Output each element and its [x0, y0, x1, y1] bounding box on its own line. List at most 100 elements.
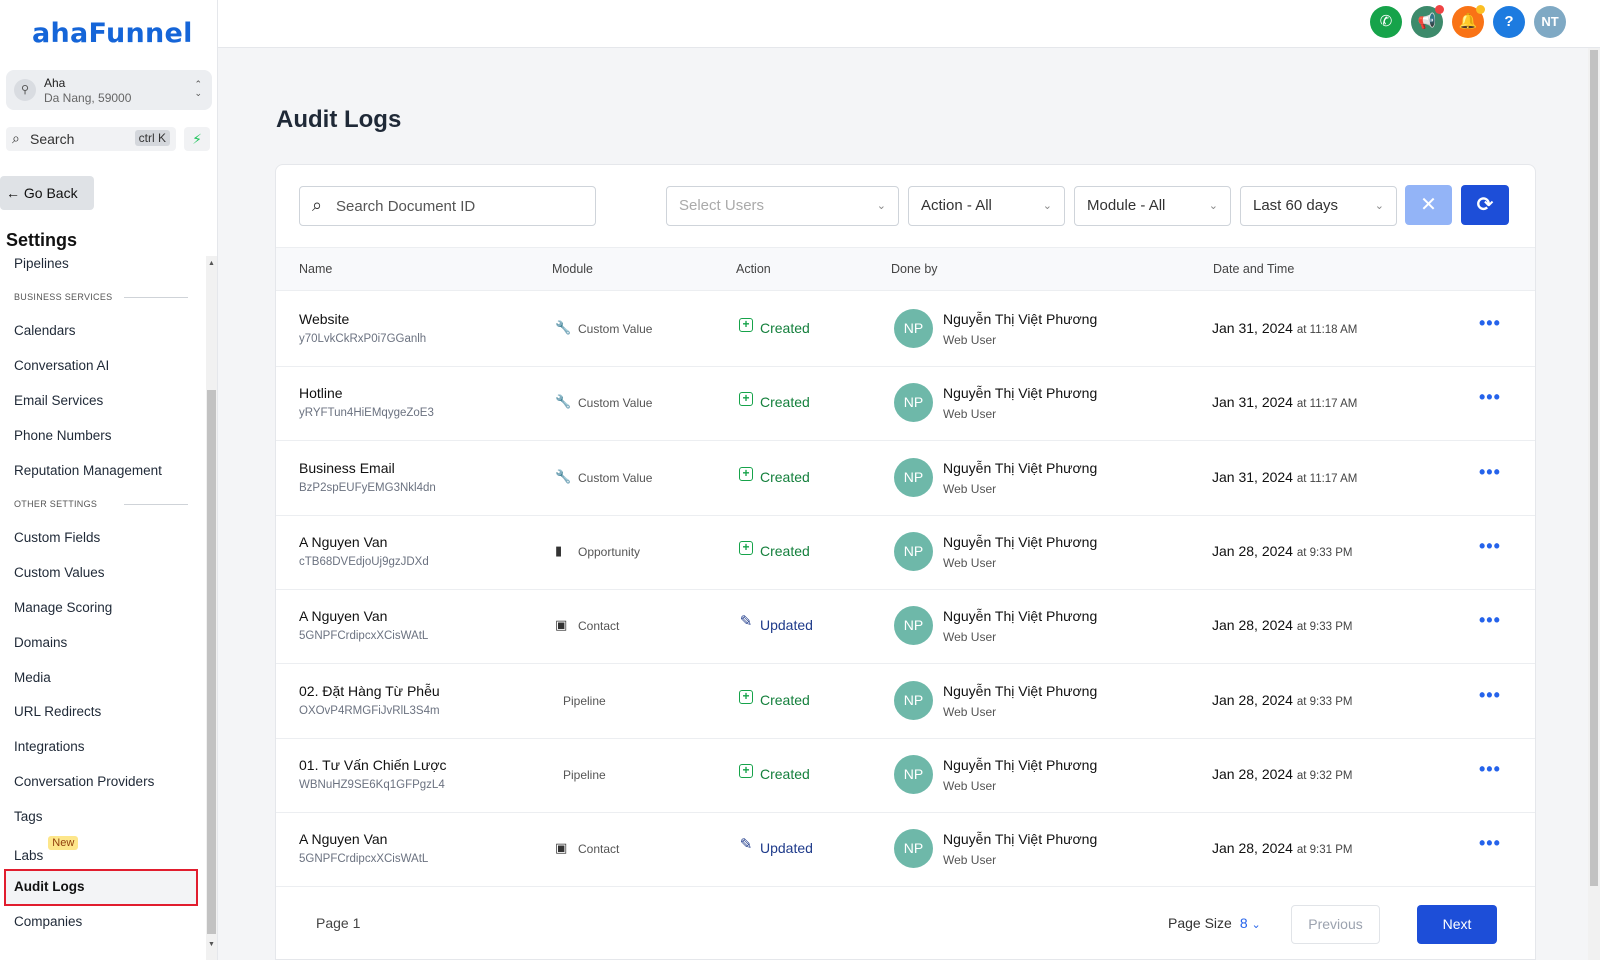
nav-url-redirects[interactable]: URL Redirects	[14, 704, 101, 719]
table-row[interactable]: 02. Đặt Hàng Từ Phễu OXOvP4RMGFiJvRlL3S4m…	[276, 663, 1535, 739]
more-options-icon[interactable]: •••	[1479, 313, 1501, 334]
row-module: Pipeline	[563, 767, 606, 782]
more-options-icon[interactable]: •••	[1479, 610, 1501, 631]
help-icon[interactable]: ?	[1493, 6, 1525, 38]
clear-filters-button[interactable]: ✕	[1405, 185, 1452, 225]
nav-custom-values[interactable]: Custom Values	[14, 565, 105, 580]
scroll-down-icon[interactable]: ▼	[208, 941, 215, 948]
sidebar-search[interactable]: ⌕ Search ctrl K	[6, 127, 176, 151]
nav-conversation-providers[interactable]: Conversation Providers	[14, 774, 154, 789]
page-title: Audit Logs	[276, 106, 402, 133]
row-user-name: Nguyễn Thị Việt Phương	[943, 385, 1098, 402]
nav-email-services[interactable]: Email Services	[14, 393, 103, 408]
row-name[interactable]: Website	[299, 311, 349, 327]
nav-domains[interactable]: Domains	[14, 635, 67, 650]
nav-integrations[interactable]: Integrations	[14, 739, 85, 754]
more-options-icon[interactable]: •••	[1479, 462, 1501, 483]
notification-dot	[1476, 5, 1485, 14]
row-document-id: cTB68DVEdjoUj9gzJDXd	[299, 555, 429, 568]
nav-manage-scoring[interactable]: Manage Scoring	[14, 600, 112, 615]
page-label: Page 1	[316, 915, 361, 931]
date-range-select[interactable]: Last 60 days ⌄	[1240, 186, 1397, 226]
go-back-button[interactable]: ← Go Back	[0, 176, 94, 210]
plus-square-icon: +	[739, 689, 753, 704]
next-button[interactable]: Next	[1417, 905, 1497, 944]
row-name[interactable]: Business Email	[299, 460, 395, 476]
row-name[interactable]: A Nguyen Van	[299, 534, 387, 550]
user-avatar[interactable]: NT	[1534, 6, 1566, 38]
user-avatar: NP	[894, 829, 933, 869]
bell-icon[interactable]: 🔔	[1452, 5, 1485, 38]
users-select[interactable]: Select Users ⌄	[666, 186, 899, 226]
more-options-icon[interactable]: •••	[1479, 387, 1501, 408]
table-row[interactable]: A Nguyen Van cTB68DVEdjoUj9gzJDXd ▮ Opportu…	[276, 514, 1535, 590]
row-name[interactable]: 02. Đặt Hàng Từ Phễu	[299, 683, 440, 699]
more-options-icon[interactable]: •••	[1479, 685, 1501, 706]
row-name[interactable]: Hotline	[299, 385, 343, 401]
megaphone-icon[interactable]: 📢	[1411, 5, 1444, 38]
row-name[interactable]: A Nguyen Van	[299, 831, 387, 847]
col-date: Date and Time	[1213, 262, 1295, 276]
nav-calendars[interactable]: Calendars	[14, 323, 76, 338]
nav-section-other: OTHER SETTINGS	[14, 499, 189, 509]
table-row[interactable]: Website y70LvkCkRxP0i7GGanlh 🔧 Custom Value…	[276, 291, 1535, 367]
notification-dot	[1435, 5, 1444, 14]
row-name[interactable]: A Nguyen Van	[299, 608, 387, 624]
row-date-day: Jan 28, 2024	[1212, 617, 1293, 634]
page-size-select[interactable]: Page Size 8 ⌄	[1168, 915, 1261, 931]
scroll-up-icon[interactable]: ▲	[208, 260, 215, 267]
table-row[interactable]: A Nguyen Van 5GNPFCrdipcxXCisWAtL ▣ Contact…	[276, 811, 1535, 888]
more-options-icon[interactable]: •••	[1479, 536, 1501, 557]
quick-action-bolt-icon[interactable]: ⚡	[184, 127, 210, 151]
nav-companies[interactable]: Companies	[14, 914, 82, 929]
audit-log-card: ⌕ Select Users ⌄ Action - All ⌄ Module -…	[275, 164, 1536, 960]
nav-pipelines[interactable]: Pipelines	[14, 256, 69, 271]
page-scroll-thumb[interactable]	[1590, 50, 1598, 886]
date-range-label: Last 60 days	[1253, 197, 1339, 214]
nav-conversation-ai[interactable]: Conversation AI	[14, 358, 109, 373]
nav-reputation[interactable]: Reputation Management	[14, 463, 162, 478]
nav-section-business: BUSINESS SERVICES	[14, 292, 189, 302]
row-user-name: Nguyễn Thị Việt Phương	[943, 311, 1098, 327]
row-document-id: OXOvP4RMGFiJvRlL3S4m	[299, 704, 440, 717]
nav-tags[interactable]: Tags	[14, 809, 43, 824]
col-module: Module	[552, 262, 593, 276]
row-name[interactable]: 01. Tư Vấn Chiến Lược	[299, 757, 447, 773]
action-select[interactable]: Action - All ⌄	[908, 186, 1065, 226]
nav-labs[interactable]: Labs New	[14, 836, 79, 863]
page-size-label: Page Size	[1168, 915, 1232, 931]
more-options-icon[interactable]: •••	[1479, 759, 1501, 780]
row-date-time: at 11:18 AM	[1296, 324, 1358, 336]
table-row[interactable]: A Nguyen Van 5GNPFCrdipcxXCisWAtL ▣ Contact…	[276, 588, 1535, 665]
search-icon: ⌕	[312, 195, 323, 215]
module-select[interactable]: Module - All ⌄	[1074, 186, 1231, 226]
nav-media[interactable]: Media	[14, 670, 51, 685]
row-date: Jan 28, 2024 at 9:33 PM	[1212, 543, 1352, 559]
table-row[interactable]: Business Email BzP2spEUFyEMG3Nkl4dn 🔧 Custo…	[276, 440, 1535, 516]
account-switcher[interactable]: ⚲ Aha Da Nang, 59000 ⌃ ⌄	[6, 70, 212, 110]
nav-audit-logs[interactable]: Audit Logs	[14, 879, 85, 894]
table-row[interactable]: 01. Tư Vấn Chiến Lược WBNuHZ9SE6Kq1GFPgzL…	[276, 737, 1535, 813]
chevron-down-icon: ⌄	[876, 200, 886, 212]
document-search[interactable]: ⌕	[299, 186, 596, 226]
nav-custom-fields[interactable]: Custom Fields	[14, 530, 100, 545]
row-date: Jan 31, 2024 at 11:18 AM	[1212, 320, 1357, 336]
previous-button[interactable]: Previous	[1291, 905, 1380, 944]
refresh-button[interactable]: ⟳	[1461, 185, 1509, 225]
app-logo[interactable]: ahaFunnel	[32, 18, 193, 49]
opportunity-icon: ▮	[555, 542, 563, 558]
row-action: Created	[760, 691, 810, 708]
table-row[interactable]: Hotline yRYFTun4HiEMqygeZoE3 🔧 Custom Value…	[276, 365, 1535, 442]
nav-phone-numbers[interactable]: Phone Numbers	[14, 428, 112, 443]
user-avatar: NP	[894, 457, 933, 497]
page-scrollbar[interactable]	[1588, 48, 1600, 960]
sidebar-scroll-thumb[interactable]	[207, 390, 216, 934]
row-action: Created	[760, 765, 810, 782]
chevron-updown-icon: ⌃ ⌄	[194, 79, 202, 98]
document-search-input[interactable]	[336, 195, 586, 217]
sidebar-scrollbar[interactable]: ▲ ▼	[206, 256, 217, 960]
row-date-time: at 9:33 PM	[1296, 621, 1353, 634]
phone-icon[interactable]: ✆	[1370, 6, 1402, 38]
more-options-icon[interactable]: •••	[1479, 833, 1501, 854]
chevron-down-icon: ⌄	[1251, 919, 1261, 931]
